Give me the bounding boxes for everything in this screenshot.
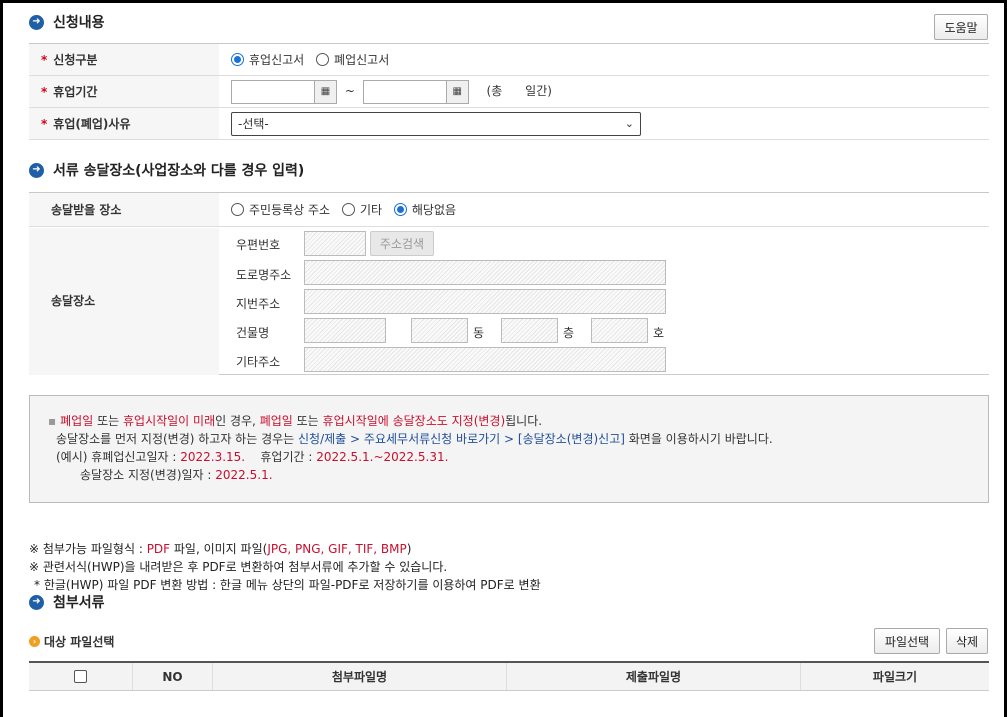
radio-not-applicable[interactable] <box>393 203 407 216</box>
column-submit-name: 제출파일명 <box>507 663 801 690</box>
radio-resident-address[interactable] <box>231 203 244 216</box>
arrow-right-icon: › <box>29 636 40 647</box>
calendar-icon[interactable]: ▦ <box>315 79 337 104</box>
lot-address-label: 지번주소 <box>236 297 281 311</box>
period-label: * 휴업기간 <box>29 75 219 108</box>
ho-input <box>591 318 648 343</box>
notice-line-4: 송달장소 지정(변경)일자 : 2022.5.1. <box>80 468 273 482</box>
zip-input <box>304 231 366 256</box>
road-address-label: 도로명주소 <box>236 268 292 282</box>
receive-place-label: 송달받을 장소 <box>29 193 219 227</box>
chevron-down-icon: ⌄ <box>624 117 634 130</box>
section-title-delivery: ➜ 서류 송달장소(사업장소와 다를 경우 입력) <box>29 160 304 180</box>
notice-box: ▪ 폐업일 또는 휴업시작일이 미래인 경우, 폐업일 또는 휴업시작일에 송달장… <box>29 395 989 503</box>
column-no: NO <box>133 663 213 690</box>
other-address-label: 기타주소 <box>236 355 281 369</box>
calendar-icon[interactable]: ▦ <box>446 79 469 104</box>
road-address-input <box>304 260 666 285</box>
notice-line-1: ▪ 폐업일 또는 휴업시작일이 미래인 경우, 폐업일 또는 휴업시작일에 송달장… <box>48 414 543 428</box>
end-date-input[interactable] <box>362 79 447 104</box>
allowed-file-formats: ※ 첨부가능 파일형식 : PDF 파일, 이미지 파일(JPG, PNG, G… <box>29 542 412 556</box>
hwp-convert-method: * 한글(HWP) 파일 PDF 변환 방법 : 한글 메뉴 상단의 파일-PD… <box>34 578 541 592</box>
radio-closure-report[interactable] <box>231 53 244 66</box>
reason-label: * 휴업(폐업)사유 <box>29 107 219 140</box>
help-button[interactable]: 도움말 <box>934 14 988 40</box>
file-select-button[interactable]: 파일선택 <box>874 628 940 654</box>
delete-button[interactable]: 삭제 <box>946 628 988 654</box>
attachment-grid-header: NO 첨부파일명 제출파일명 파일크기 <box>29 661 989 691</box>
type-label: * 신청구분 <box>29 43 219 76</box>
building-name-input <box>304 318 386 343</box>
hwp-convert-note: ※ 관련서식(HWP)을 내려받은 후 PDF로 변환하여 첨부서류에 추가할 … <box>29 560 448 574</box>
delivery-place-label: 송달장소 <box>29 228 219 375</box>
file-select-subtitle: › 대상 파일선택 <box>29 633 114 650</box>
column-file-size: 파일크기 <box>872 670 918 684</box>
select-all-checkbox[interactable] <box>74 670 87 683</box>
other-address-input <box>304 347 666 372</box>
lot-address-input <box>304 289 666 314</box>
arrow-right-icon: ➜ <box>29 14 44 30</box>
arrow-right-icon: ➜ <box>29 162 44 178</box>
notice-line-2: 송달장소를 먼저 지정(변경) 하고자 하는 경우는 신청/제출 > 주요세무서… <box>56 432 773 446</box>
arrow-right-icon: ➜ <box>29 594 44 610</box>
building-name-label: 건물명 <box>236 326 270 340</box>
section-title-attachments: ➜ 첨부서류 <box>29 592 105 612</box>
radio-other[interactable] <box>341 203 355 216</box>
dong-input <box>411 318 468 343</box>
floor-input <box>501 318 558 343</box>
period-total-days: (총 일간) <box>486 84 552 98</box>
application-form: * 신청구분 휴업신고서 폐업신고서 * 휴업기간 ▦ ~ ▦ (총 일간) * 휴업… <box>29 43 989 140</box>
reason-select[interactable]: -선택- ⌄ <box>231 111 641 136</box>
start-date-input[interactable] <box>231 79 315 104</box>
radio-shutdown-report[interactable] <box>316 53 330 66</box>
column-attachment-name: 첨부파일명 <box>213 663 507 690</box>
notice-line-3: (예시) 휴폐업신고일자 : 2022.3.15. 휴업기간 : 2022.5.… <box>56 450 449 464</box>
zip-label: 우편번호 <box>236 238 281 252</box>
section-title-application: ➜ 신청내용 <box>29 12 105 32</box>
address-search-button[interactable]: 주소검색 <box>370 231 434 256</box>
